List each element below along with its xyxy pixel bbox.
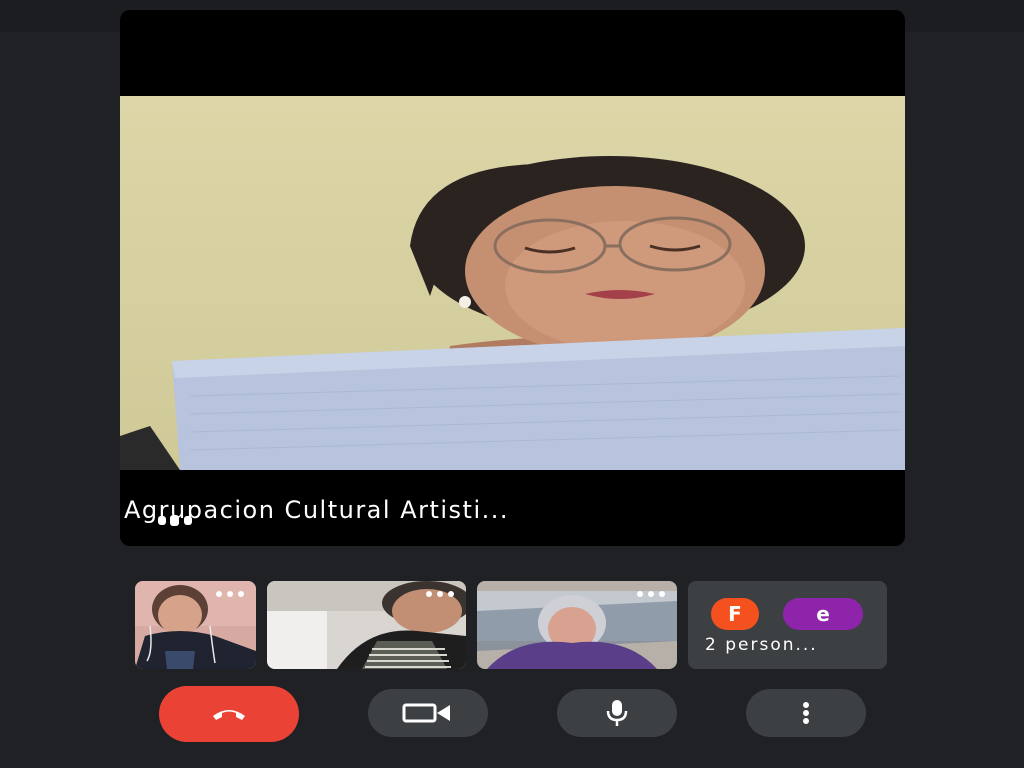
phone-hangup-icon <box>213 710 245 720</box>
participant-thumbnail[interactable] <box>267 581 466 669</box>
more-vertical-icon <box>803 702 809 724</box>
more-dots-icon[interactable] <box>426 591 456 599</box>
microphone-icon <box>606 700 628 726</box>
more-dots-icon[interactable] <box>216 591 246 599</box>
more-dots-icon[interactable] <box>637 591 667 599</box>
more-participants-tile[interactable]: F e 2 person... <box>688 581 887 669</box>
microphone-toggle-button[interactable] <box>557 689 677 737</box>
end-call-button[interactable] <box>159 686 299 742</box>
main-speaker-video <box>120 96 905 470</box>
main-speaker-image <box>120 156 905 470</box>
video-camera-icon <box>402 703 450 723</box>
participant-thumbnail[interactable] <box>477 581 677 669</box>
main-speaker-tile[interactable] <box>120 10 905 546</box>
participant-avatar: F <box>711 598 759 630</box>
camera-toggle-button[interactable] <box>368 689 488 737</box>
participant-thumbnail[interactable] <box>135 581 256 669</box>
more-participants-label: 2 person... <box>705 635 818 655</box>
main-speaker-name: Agrupacion Cultural Artisti... <box>124 496 510 524</box>
more-options-button[interactable] <box>746 689 866 737</box>
participant-avatar: e <box>783 598 863 630</box>
video-call-screen: Agrupacion Cultural Artisti... F e 2 per… <box>0 0 1024 768</box>
